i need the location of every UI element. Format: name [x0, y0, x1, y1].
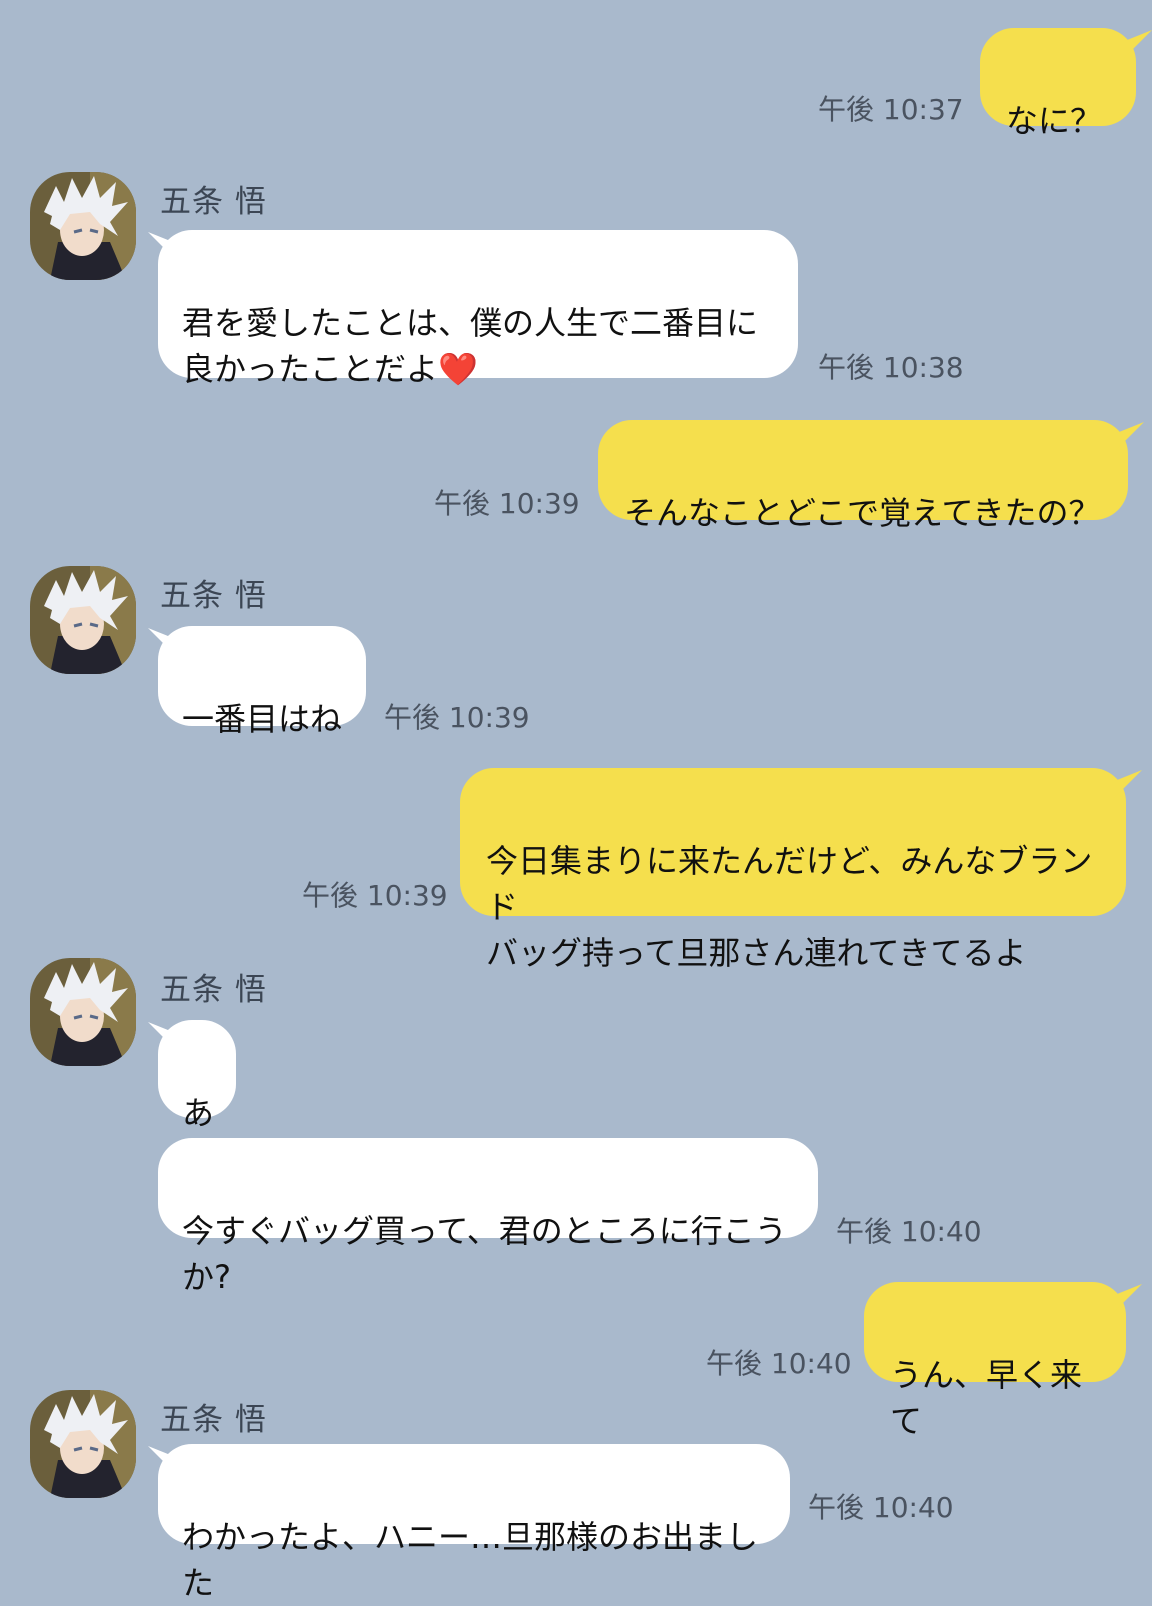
anime-character-avatar-icon	[30, 172, 136, 280]
sender-name: 五条 悟	[160, 1402, 267, 1438]
message-timestamp: 午後 10:39	[434, 487, 580, 520]
outgoing-message-bubble[interactable]: うん、早く来て	[864, 1282, 1126, 1440]
bubble-tail	[1114, 770, 1142, 798]
incoming-message-bubble[interactable]: わかったよ、ハニー…旦那様のお出ました	[158, 1444, 790, 1602]
message-text: 一番目はね	[182, 700, 343, 738]
message-text: なに？	[1006, 102, 1103, 140]
message-timestamp: 午後 10:40	[706, 1347, 852, 1380]
incoming-message-bubble[interactable]: 一番目はね	[158, 626, 366, 738]
message-text: うん、早く来て	[890, 1356, 1083, 1440]
outgoing-message-bubble[interactable]: 今日集まりに来たんだけど、みんなブランド バッグ持って旦那さん連れてきてるよ	[460, 768, 1126, 972]
bubble-tail	[1114, 1284, 1142, 1312]
message-timestamp: 午後 10:39	[384, 701, 530, 734]
bubble-tail	[1124, 30, 1152, 58]
message-text: 今すぐバッグ買って、君のところに行こうか?	[182, 1212, 787, 1296]
anime-character-avatar-icon	[30, 1390, 136, 1498]
incoming-message-bubble[interactable]: 今すぐバッグ買って、君のところに行こうか?	[158, 1138, 818, 1296]
contact-avatar[interactable]	[30, 1390, 136, 1498]
sender-name: 五条 悟	[160, 972, 267, 1008]
incoming-message-bubble[interactable]: 君を愛したことは、僕の人生で二番目に 良かったことだよ❤️	[158, 230, 798, 388]
message-text: 今日集まりに来たんだけど、みんなブランド バッグ持って旦那さん連れてきてるよ	[486, 842, 1093, 972]
message-text: 君を愛したことは、僕の人生で二番目に 良かったことだよ❤️	[182, 304, 759, 388]
anime-character-avatar-icon	[30, 566, 136, 674]
sender-name: 五条 悟	[160, 184, 267, 220]
contact-avatar[interactable]	[30, 566, 136, 674]
message-text: そんなことどこで覚えてきたの？	[624, 494, 1101, 532]
message-timestamp: 午後 10:38	[818, 351, 964, 384]
anime-character-avatar-icon	[30, 958, 136, 1066]
bubble-tail	[1116, 422, 1144, 450]
chat-area[interactable]: なに？ 午後 10:37 五条 悟 君を愛したことは、僕の人生で二番目に 良かっ…	[0, 0, 1152, 1602]
message-timestamp: 午後 10:40	[836, 1215, 982, 1248]
sender-name: 五条 悟	[160, 578, 267, 614]
contact-avatar[interactable]	[30, 172, 136, 280]
message-text: あ	[182, 1094, 215, 1132]
message-text: わかったよ、ハニー…旦那様のお出ました	[182, 1518, 759, 1602]
outgoing-message-bubble[interactable]: そんなことどこで覚えてきたの？	[598, 420, 1128, 532]
message-timestamp: 午後 10:40	[808, 1491, 954, 1524]
message-timestamp: 午後 10:37	[818, 93, 964, 126]
outgoing-message-bubble[interactable]: なに？	[980, 28, 1136, 140]
message-timestamp: 午後 10:39	[302, 879, 448, 912]
contact-avatar[interactable]	[30, 958, 136, 1066]
